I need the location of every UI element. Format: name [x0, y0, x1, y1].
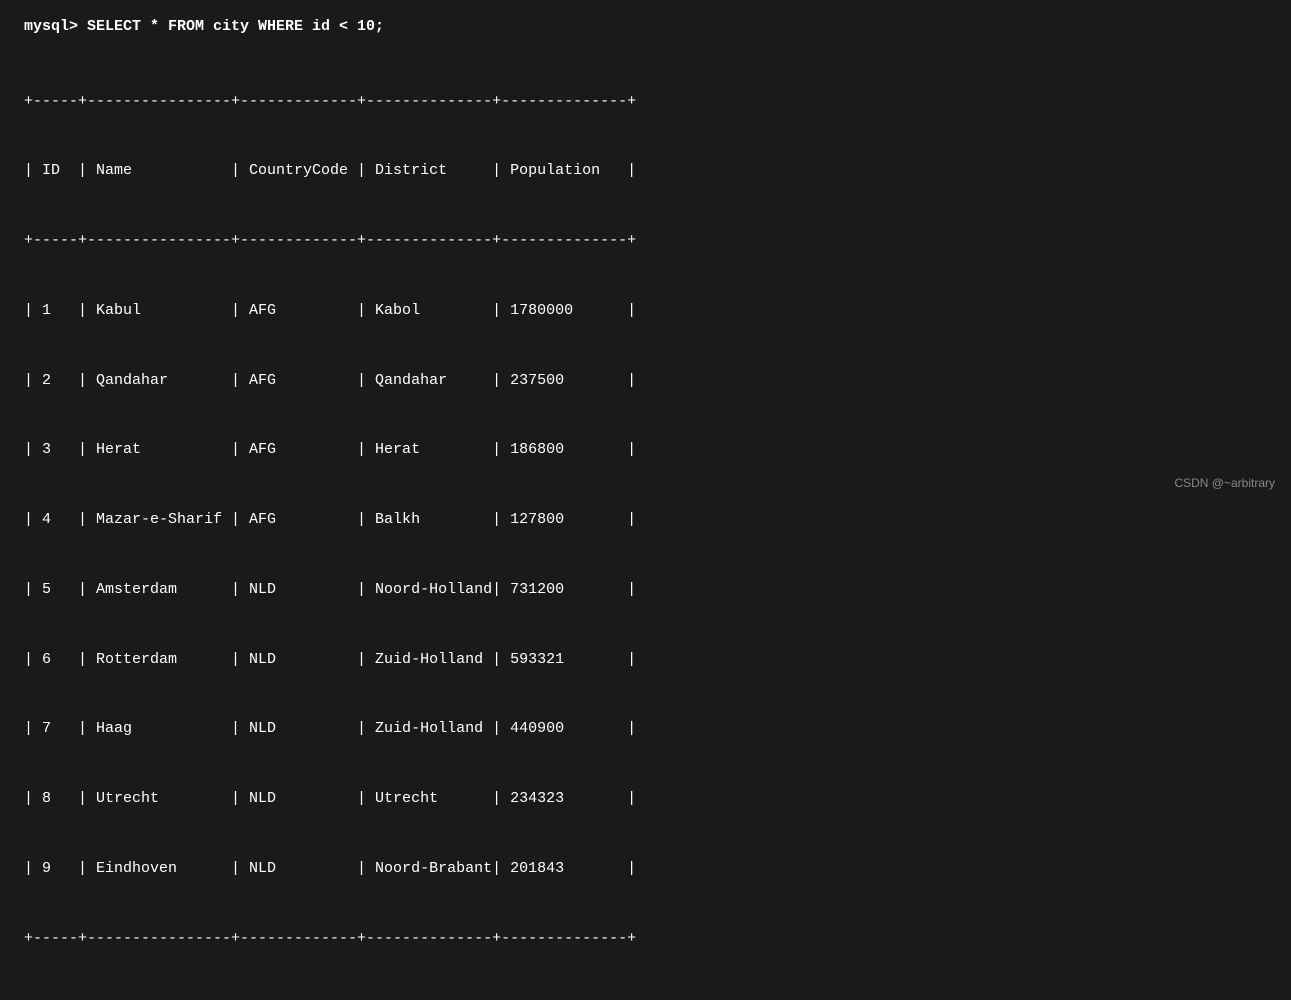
data-row-4: | 4 | Mazar-e-Sharif | AFG | Balkh | 127… — [24, 508, 1267, 531]
sql-output: +-----+----------------+-------------+--… — [24, 43, 1267, 996]
watermark-text: CSDN @~arbitrary — [1174, 476, 1275, 490]
sql-command: mysql> SELECT * FROM city WHERE id < 10; — [24, 18, 1267, 35]
data-row-7: | 7 | Haag | NLD | Zuid-Holland | 440900… — [24, 717, 1267, 740]
separator-bottom: +-----+----------------+-------------+--… — [24, 927, 1267, 950]
separator-top: +-----+----------------+-------------+--… — [24, 90, 1267, 113]
data-row-9: | 9 | Eindhoven | NLD | Noord-Brabant| 2… — [24, 857, 1267, 880]
data-row-8: | 8 | Utrecht | NLD | Utrecht | 234323 | — [24, 787, 1267, 810]
terminal-window: mysql> SELECT * FROM city WHERE id < 10;… — [0, 0, 1291, 500]
data-row-5: | 5 | Amsterdam | NLD | Noord-Holland| 7… — [24, 578, 1267, 601]
data-row-2: | 2 | Qandahar | AFG | Qandahar | 237500… — [24, 369, 1267, 392]
separator-mid: +-----+----------------+-------------+--… — [24, 229, 1267, 252]
data-row-1: | 1 | Kabul | AFG | Kabol | 1780000 | — [24, 299, 1267, 322]
data-row-6: | 6 | Rotterdam | NLD | Zuid-Holland | 5… — [24, 648, 1267, 671]
header-row: | ID | Name | CountryCode | District | P… — [24, 159, 1267, 182]
data-row-3: | 3 | Herat | AFG | Herat | 186800 | — [24, 438, 1267, 461]
